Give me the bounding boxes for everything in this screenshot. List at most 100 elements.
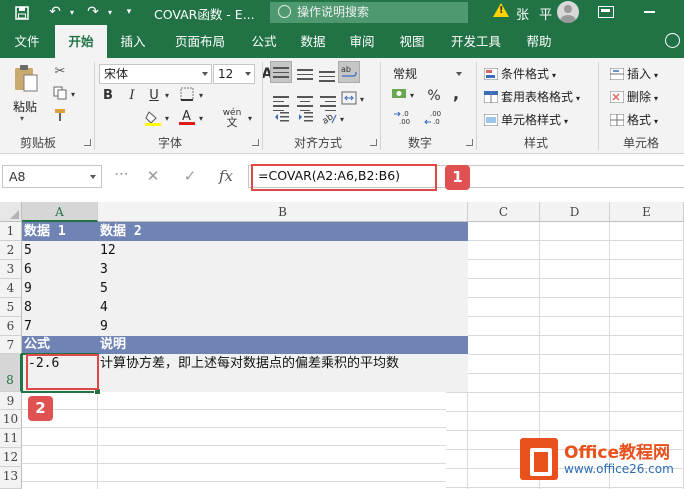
cell-b5[interactable]: 4 [98,298,468,317]
fx-icon[interactable]: fx [211,165,241,188]
save-icon[interactable] [12,3,32,22]
number-format-select[interactable]: 常规 [388,64,466,84]
tab-insert[interactable]: 插入 [112,25,154,58]
tab-data[interactable]: 数据 [292,25,334,58]
confirm-entry-button[interactable]: ✓ [175,165,205,188]
italic-button[interactable]: I [124,87,140,105]
cancel-entry-button[interactable]: ✕ [138,165,168,188]
row-header-6[interactable]: 6 [0,317,22,336]
fill-color-icon[interactable] [144,110,162,132]
phonetic-guide-button[interactable]: wén 文 [219,108,245,128]
cell-b3[interactable]: 3 [98,260,468,279]
cell-a2[interactable]: 5 [22,241,98,260]
tell-me-search[interactable]: 操作说明搜索 [270,2,468,23]
cell-a7[interactable]: 公式 [22,336,98,354]
font-color-dropdown-icon[interactable]: ▾ [196,110,206,128]
align-center-icon[interactable] [297,93,313,111]
cell-a4[interactable]: 9 [22,279,98,298]
font-launcher-icon[interactable] [252,139,259,146]
currency-dropdown-icon[interactable]: ▾ [407,87,417,105]
cell-b6[interactable]: 9 [98,317,468,336]
tab-developer[interactable]: 开发工具 [443,25,509,58]
row-header-1[interactable]: 1 [0,222,22,241]
tab-page-layout[interactable]: 页面布局 [165,25,235,58]
row-header-2[interactable]: 2 [0,241,22,260]
cell-a6[interactable]: 7 [22,317,98,336]
row-header-7[interactable]: 7 [0,336,22,354]
format-cells-button[interactable]: 格式 ▾ [609,111,658,128]
number-launcher-icon[interactable] [466,139,473,146]
borders-icon[interactable] [178,87,196,107]
row-header-4[interactable]: 4 [0,279,22,298]
orientation-dropdown-icon[interactable]: ▾ [337,111,347,129]
insert-cells-button[interactable]: 插入 ▾ [609,65,658,82]
merge-icon[interactable] [340,91,358,111]
align-top-icon[interactable] [270,61,292,83]
copy-dropdown-icon[interactable]: ▾ [68,86,78,104]
user-name[interactable]: 张 平 [516,4,555,23]
column-header-a[interactable]: A [22,202,98,222]
borders-dropdown-icon[interactable]: ▾ [196,87,206,105]
select-all-button[interactable] [0,202,22,222]
tab-home[interactable]: 开始 [55,25,107,58]
column-header-c[interactable]: C [468,202,540,222]
wrap-text-icon[interactable]: ab [338,61,360,83]
column-header-e[interactable]: E [610,202,684,222]
delete-cells-button[interactable]: 删除 ▾ [609,88,658,105]
percent-icon[interactable]: % [425,87,443,105]
format-painter-icon[interactable] [51,108,69,128]
tab-file[interactable]: 文件 [4,25,50,58]
row-header-11[interactable]: 11 [0,429,22,448]
copy-icon[interactable] [51,86,69,106]
cell-styles-button[interactable]: 单元格样式 ▾ [483,111,568,128]
cell-b8[interactable]: 计算协方差，即上述每对数据点的偏差乘积的平均数 [98,354,468,392]
tab-formulas[interactable]: 公式 [243,25,285,58]
paste-dropdown-icon[interactable]: ▾ [20,114,24,123]
tab-review[interactable]: 审阅 [341,25,383,58]
increase-indent-icon[interactable] [297,111,315,129]
underline-dropdown-icon[interactable]: ▾ [162,87,172,105]
smiley-icon[interactable] [665,33,680,48]
row-header-5[interactable]: 5 [0,298,22,317]
row-header-9[interactable]: 9 [0,392,22,410]
fill-color-dropdown-icon[interactable]: ▾ [162,110,172,128]
increase-decimal-icon[interactable]: .0.00 [392,109,416,127]
redo-dropdown-icon[interactable]: ▾ [100,3,120,22]
bold-button[interactable]: B [100,87,116,105]
decrease-indent-icon[interactable] [273,111,291,129]
cell-b4[interactable]: 5 [98,279,468,298]
cut-icon[interactable]: ✂ [51,63,69,81]
merge-dropdown-icon[interactable]: ▾ [357,91,367,109]
column-header-d[interactable]: D [540,202,610,222]
font-size-select[interactable]: 12 [213,64,255,84]
paste-button[interactable]: 粘贴 [13,98,37,115]
undo-dropdown-icon[interactable]: ▾ [62,3,82,22]
align-left-icon[interactable] [273,93,289,111]
align-bottom-icon[interactable] [319,68,335,82]
decrease-decimal-icon[interactable]: .00.0 [423,109,447,131]
row-header-8[interactable]: 8 [0,354,22,392]
row-header-12[interactable]: 12 [0,448,22,467]
ribbon-display-icon[interactable] [598,6,614,18]
cell-a3[interactable]: 6 [22,260,98,279]
format-as-table-button[interactable]: 套用表格格式 ▾ [483,88,580,105]
tab-help[interactable]: 帮助 [518,25,560,58]
tab-view[interactable]: 视图 [391,25,433,58]
warning-icon[interactable] [493,3,509,17]
orientation-icon[interactable]: ab [320,111,338,131]
comma-icon[interactable]: , [449,85,463,103]
name-box-dropdown-icon[interactable] [90,175,96,179]
row-header-3[interactable]: 3 [0,260,22,279]
formula-bar-grip-icon[interactable]: ⋮ [113,167,129,180]
alignment-launcher-icon[interactable] [370,139,377,146]
cell-b2[interactable]: 12 [98,241,468,260]
row-header-10[interactable]: 10 [0,410,22,429]
name-box[interactable]: A8 [2,165,102,188]
row-header-13[interactable]: 13 [0,467,22,489]
cell-b1[interactable]: 数据 2 [98,222,468,241]
clipboard-launcher-icon[interactable] [84,139,91,146]
align-middle-icon[interactable] [297,66,313,80]
phonetic-dropdown-icon[interactable]: ▾ [245,110,255,128]
font-name-select[interactable]: 宋体 [99,64,212,84]
conditional-format-button[interactable]: 条件格式 ▾ [483,65,556,82]
